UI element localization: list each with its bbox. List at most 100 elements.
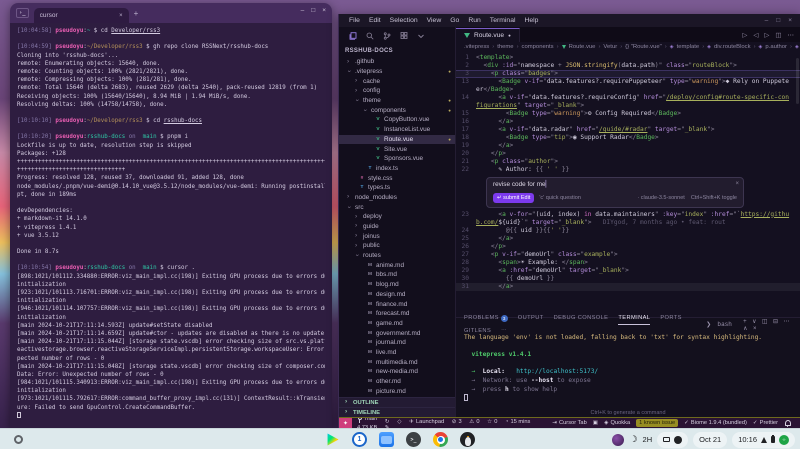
files-icon[interactable]: [349, 32, 357, 40]
tree-item[interactable]: joinus: [339, 231, 455, 241]
tree-item[interactable]: picture.md: [339, 386, 455, 396]
tree-item[interactable]: src: [339, 202, 455, 212]
breadcrumb-item[interactable]: theme: [497, 44, 513, 50]
tree-item[interactable]: live.md: [339, 348, 455, 358]
shelf-app-icon[interactable]: [433, 432, 448, 447]
explorer-section-header[interactable]: RSSHUB-DOCS: [339, 45, 455, 57]
status-item[interactable]: [784, 420, 790, 427]
shelf-app-icon[interactable]: [325, 432, 340, 447]
tree-item[interactable]: theme: [339, 96, 455, 106]
notification-app-avatar[interactable]: [612, 434, 624, 446]
tree-item[interactable]: Site.vue: [339, 144, 455, 154]
breadcrumb-item[interactable]: p.author: [765, 44, 787, 50]
editor-action-icon[interactable]: ▷: [742, 31, 747, 39]
tree-item[interactable]: finance.md: [339, 299, 455, 309]
status-item[interactable]: ◈Quokka: [604, 420, 630, 426]
tree-item[interactable]: CopyButton.vue: [339, 115, 455, 125]
status-item[interactable]: ⇥Cursor Tab: [552, 420, 586, 426]
close-icon[interactable]: ×: [735, 180, 739, 188]
breadcrumb-item[interactable]: Vetur: [603, 44, 617, 50]
shell-label[interactable]: bash: [718, 322, 733, 328]
menu-item[interactable]: Go: [450, 17, 459, 24]
menu-item[interactable]: Edit: [369, 17, 381, 24]
menu-item[interactable]: Run: [468, 17, 480, 24]
tree-item[interactable]: public: [339, 241, 455, 251]
search-icon[interactable]: [366, 32, 374, 40]
status-item[interactable]: 1 known issue: [636, 419, 678, 427]
status-item[interactable]: ✓Prettier: [753, 420, 778, 426]
tree-item[interactable]: design.md: [339, 290, 455, 300]
tree-item[interactable]: .github: [339, 57, 455, 67]
editor-action-icon[interactable]: ⋯: [788, 31, 795, 39]
tree-item[interactable]: multimedia.md: [339, 357, 455, 367]
status-item[interactable]: ☆0: [487, 419, 497, 425]
status-item[interactable]: ✓Biome 1.9.4 (bundled): [684, 420, 747, 426]
editor-tab[interactable]: Route.vue: [456, 28, 520, 42]
terminal-maximize-icon[interactable]: □: [311, 7, 315, 14]
status-item[interactable]: main: [357, 417, 377, 423]
tree-item[interactable]: Sponsors.vue: [339, 154, 455, 164]
date-pill[interactable]: Oct 21: [693, 432, 727, 448]
tree-item[interactable]: new-media.md: [339, 367, 455, 377]
tree-item[interactable]: InstanceList.vue: [339, 125, 455, 135]
ai-prompt-input[interactable]: revise code for me▏: [493, 181, 737, 189]
source-control-icon[interactable]: [383, 32, 391, 40]
extensions-icon[interactable]: [400, 32, 408, 40]
editor-scrollbar[interactable]: [796, 58, 799, 104]
tree-item[interactable]: style.css: [339, 173, 455, 183]
tree-item[interactable]: types.ts: [339, 183, 455, 193]
shelf-app-icon[interactable]: [460, 432, 475, 447]
vscode-close-icon[interactable]: ×: [788, 17, 792, 24]
panel-tab[interactable]: TERMINAL: [618, 312, 650, 325]
editor-action-icon[interactable]: ▷: [764, 31, 769, 39]
tree-item[interactable]: routes: [339, 251, 455, 261]
breadcrumb-item[interactable]: Route.vue: [569, 44, 596, 50]
tree-item[interactable]: deploy: [339, 212, 455, 222]
editor-action-icon[interactable]: ◫: [775, 31, 781, 39]
tree-item[interactable]: forecast.md: [339, 309, 455, 319]
panel-action-icon[interactable]: ∨: [752, 319, 757, 325]
menu-item[interactable]: Terminal: [490, 17, 516, 24]
terminal-close-icon[interactable]: ×: [322, 7, 326, 14]
tree-item[interactable]: Route.vue: [339, 135, 455, 145]
menu-item[interactable]: File: [349, 17, 360, 24]
tree-item[interactable]: .vitepress: [339, 67, 455, 77]
shelf-app-icon[interactable]: [406, 432, 421, 447]
sidebar-view-header[interactable]: TIMELINE: [339, 407, 455, 417]
code-editor[interactable]: 1 <template> 2 <div :id="namespace + JSO…: [456, 52, 800, 317]
terminal-output[interactable]: [10:04:58] pseudoyu:~ $ cd Developer/rss…: [10, 23, 332, 428]
shelf-app-icon[interactable]: [352, 432, 367, 447]
panel-action-icon[interactable]: ◫: [762, 319, 768, 325]
editor-action-icon[interactable]: ◁: [753, 31, 758, 39]
tree-item[interactable]: anime.md: [339, 260, 455, 270]
menu-item[interactable]: Selection: [390, 17, 418, 24]
breadcrumb-item[interactable]: template: [677, 44, 700, 50]
tree-item[interactable]: config: [339, 86, 455, 96]
breadcrumb-item[interactable]: {} "Route.vue": [625, 44, 662, 50]
panel-tab[interactable]: PORTS: [660, 312, 682, 325]
tree-item[interactable]: other.md: [339, 377, 455, 387]
chevron-down-icon[interactable]: [417, 32, 425, 40]
breadcrumb-item[interactable]: components: [522, 44, 554, 50]
vscode-maximize-icon[interactable]: □: [776, 17, 780, 24]
model-selector[interactable]: · claude-3.5-sonnet: [637, 194, 684, 202]
sidebar-view-header[interactable]: OUTLINE: [339, 397, 455, 407]
tree-item[interactable]: node_modules: [339, 193, 455, 203]
terminal-tab-close-icon[interactable]: ×: [119, 13, 123, 19]
remote-indicator[interactable]: ✦: [339, 418, 352, 428]
shelf-app-icon[interactable]: [379, 432, 394, 447]
tree-item[interactable]: game.md: [339, 319, 455, 329]
panel-tab[interactable]: PROBLEMS3: [464, 312, 508, 325]
tree-item[interactable]: government.md: [339, 328, 455, 338]
status-item[interactable]: ✈Launchpad: [409, 419, 444, 425]
panel-tab[interactable]: DEBUG CONSOLE: [554, 312, 609, 325]
breadcrumb-item[interactable]: div.routeBlock: [714, 44, 751, 50]
menu-item[interactable]: View: [427, 17, 442, 24]
panel-action-icon[interactable]: ⊟: [773, 319, 778, 325]
breadcrumb-item[interactable]: .vitepress: [464, 44, 489, 50]
tree-item[interactable]: blog.md: [339, 280, 455, 290]
tree-item[interactable]: cache: [339, 76, 455, 86]
tree-item[interactable]: bbs.md: [339, 270, 455, 280]
tree-item[interactable]: index.ts: [339, 164, 455, 174]
tree-item[interactable]: components: [339, 105, 455, 115]
